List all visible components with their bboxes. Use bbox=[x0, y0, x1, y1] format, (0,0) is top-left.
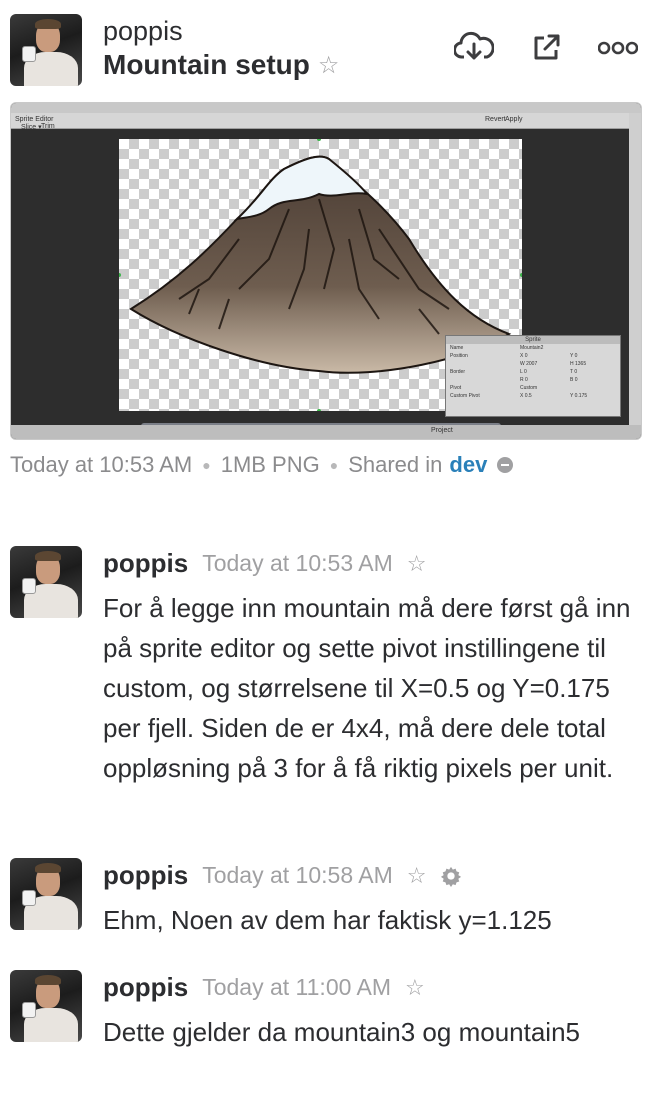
message-timestamp[interactable]: Today at 11:00 AM bbox=[202, 974, 391, 1001]
position-y: Y 0 bbox=[570, 353, 578, 359]
sprite-panel-title: Sprite bbox=[446, 336, 620, 344]
custom-pivot-label: Custom Pivot bbox=[450, 393, 480, 399]
message-header: poppis Today at 10:53 AM ☆ bbox=[103, 548, 426, 579]
file-title-text: Mountain setup bbox=[103, 49, 310, 80]
open-external-icon[interactable] bbox=[524, 28, 568, 68]
border-r: R 0 bbox=[520, 377, 528, 383]
message-timestamp[interactable]: Today at 10:53 AM bbox=[202, 550, 393, 577]
sprite-inspector-panel: Sprite Name Mountain2 Position X 0 Y 0 W 20… bbox=[445, 335, 621, 417]
message-header: poppis Today at 11:00 AM ☆ bbox=[103, 972, 425, 1003]
custom-pivot-y: Y 0.175 bbox=[570, 393, 588, 399]
avatar[interactable] bbox=[10, 14, 82, 86]
sprite-editor-title: Sprite Editor bbox=[15, 116, 54, 123]
position-x: X 0 bbox=[520, 353, 528, 359]
pivot-value: Custom bbox=[520, 385, 538, 391]
gear-icon[interactable] bbox=[440, 865, 462, 887]
custom-pivot-x: X 0.5 bbox=[520, 393, 532, 399]
file-title: Mountain setup ☆ bbox=[103, 49, 339, 81]
file-time[interactable]: Today at 10:53 AM bbox=[10, 452, 192, 478]
channel-link[interactable]: dev bbox=[449, 452, 487, 478]
position-label: Position bbox=[450, 353, 468, 359]
border-label: Border bbox=[450, 369, 466, 375]
revert-button: Revert bbox=[485, 116, 506, 123]
star-icon[interactable]: ☆ bbox=[407, 863, 427, 889]
message-header: poppis Today at 10:58 AM ☆ bbox=[103, 860, 462, 891]
message-text: Ehm, Noen av dem har faktisk y=1.125 bbox=[103, 905, 552, 935]
image-preview[interactable]: Sprite Editor Slice ▾ Trim Revert Apply bbox=[10, 102, 642, 440]
star-icon[interactable]: ☆ bbox=[318, 51, 340, 80]
avatar[interactable] bbox=[10, 970, 82, 1042]
message-timestamp[interactable]: Today at 10:58 AM bbox=[202, 862, 393, 889]
download-icon[interactable] bbox=[452, 28, 496, 68]
file-size: 1MB PNG bbox=[220, 452, 320, 477]
slice-menu: Slice ▾ bbox=[21, 124, 42, 131]
border-b: B 0 bbox=[570, 377, 578, 383]
size-w: W 2007 bbox=[520, 361, 538, 367]
avatar[interactable] bbox=[10, 546, 82, 618]
star-icon[interactable]: ☆ bbox=[407, 551, 427, 577]
message-author[interactable]: poppis bbox=[103, 972, 188, 1003]
file-actions bbox=[452, 28, 640, 68]
size-h: H 1365 bbox=[570, 361, 587, 367]
message-author[interactable]: poppis bbox=[103, 860, 188, 891]
trim-button: Trim bbox=[41, 123, 55, 130]
file-meta: Today at 10:53 AM ● 1MB PNG ● Shared in … bbox=[10, 452, 514, 478]
pivot-label: Pivot bbox=[450, 385, 462, 391]
message-text: Dette gjelder da mountain3 og mountain5 bbox=[103, 1017, 580, 1047]
message-text: For å legge inn mountain må dere først g… bbox=[103, 593, 631, 783]
message-author[interactable]: poppis bbox=[103, 548, 188, 579]
avatar[interactable] bbox=[10, 858, 82, 930]
unshare-icon[interactable] bbox=[497, 457, 514, 473]
apply-button: Apply bbox=[505, 116, 523, 123]
border-l: L 0 bbox=[520, 369, 527, 375]
project-tab: Project bbox=[431, 427, 453, 434]
name-value: Mountain2 bbox=[520, 345, 544, 351]
name-label: Name bbox=[450, 345, 464, 351]
more-options-icon[interactable] bbox=[596, 28, 640, 68]
sprite-editor-toolbar: Sprite Editor Slice ▾ Trim Revert Apply bbox=[11, 113, 641, 131]
shared-label: Shared in bbox=[348, 452, 443, 477]
file-owner-name[interactable]: poppis bbox=[103, 16, 183, 47]
star-icon[interactable]: ☆ bbox=[405, 975, 425, 1001]
border-t: T 0 bbox=[570, 369, 578, 375]
